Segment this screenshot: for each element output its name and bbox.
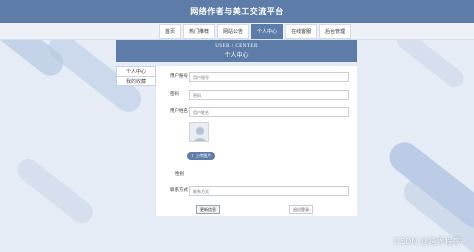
nav-item-admin[interactable]: 后台管理 (319, 24, 352, 39)
avatar (189, 122, 209, 142)
upload-label: 上传图片 (195, 153, 212, 158)
name-input[interactable] (189, 107, 349, 117)
sidebar-item-favorites[interactable]: 我的收藏 (116, 76, 156, 86)
site-title: 网络作者与美工交流平台 (0, 0, 474, 23)
nav-item-announcements[interactable]: 网站公告 (217, 24, 250, 39)
nav-item-home[interactable]: 首页 (159, 24, 182, 39)
panel-title-cn: 个人中心 (224, 53, 249, 59)
contact-label: 联系方式 (170, 187, 188, 192)
panel-header: USER / CENTER 个人中心 (116, 40, 357, 62)
save-button[interactable]: 更新信息 (196, 205, 220, 214)
nav-item-recommend[interactable]: 热门推荐 (183, 24, 216, 39)
account-input[interactable] (189, 72, 349, 82)
gender-label: 性别 (175, 171, 184, 176)
nav-item-support[interactable]: 在线客服 (285, 24, 318, 39)
sidebar-item-user-center[interactable]: 个人中心 (116, 66, 156, 76)
watermark: CSDN @跨界程序 (394, 237, 462, 246)
logout-button[interactable]: 退出登录 (289, 205, 313, 214)
sidebar: 个人中心 我的收藏 (116, 66, 156, 86)
nav-list: 首页 热门推荐 网站公告 个人中心 在线客服 后台管理 (159, 24, 352, 39)
password-input[interactable] (189, 90, 349, 100)
name-row: 用户姓名 (156, 107, 357, 117)
user-silhouette-icon (190, 123, 208, 141)
upload-icon: ⇪ (190, 153, 195, 158)
name-label: 用户姓名 (170, 108, 188, 113)
password-row: 密码 (156, 90, 357, 100)
contact-row: 联系方式 (156, 186, 357, 196)
account-label: 用户账号 (170, 73, 188, 78)
nav-item-user-center[interactable]: 个人中心 (251, 24, 284, 39)
password-label: 密码 (170, 91, 179, 96)
upload-image-button[interactable]: ⇪ 上传图片 (187, 152, 215, 160)
bg-decoration (12, 154, 98, 228)
gender-row: 性别 (156, 170, 357, 180)
profile-form: 用户账号 密码 用户姓名 ⇪ 上传图片 性别 联系方式 更新信息 退出登录 (156, 66, 357, 216)
contact-input[interactable] (189, 186, 349, 196)
panel-title-en: USER / CENTER (215, 44, 258, 49)
account-row: 用户账号 (156, 72, 357, 82)
main-nav: 首页 热门推荐 网站公告 个人中心 在线客服 后台管理 (0, 23, 474, 40)
